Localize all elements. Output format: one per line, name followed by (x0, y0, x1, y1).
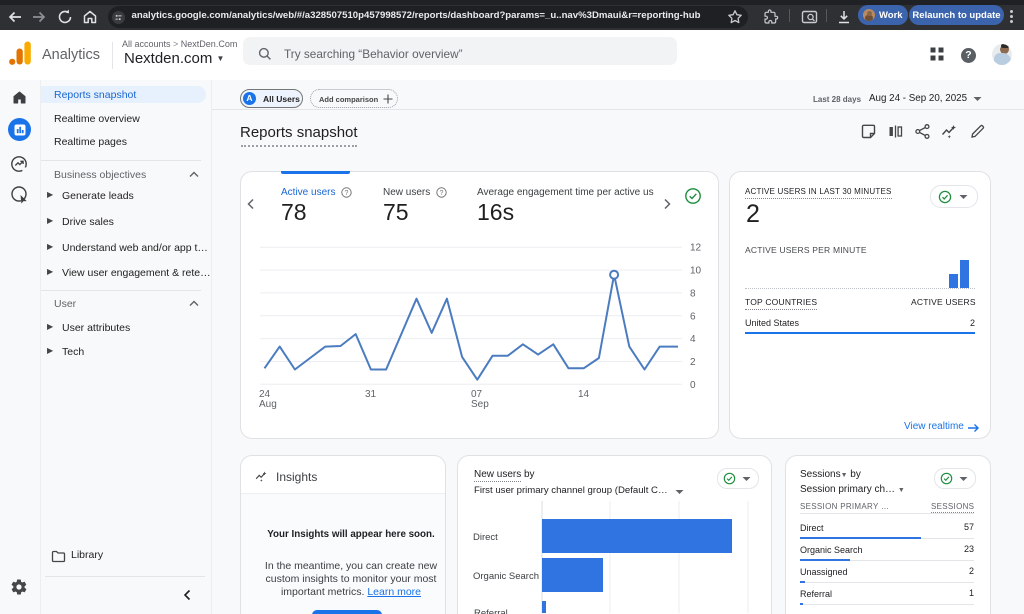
svg-text:31: 31 (365, 389, 377, 400)
svg-text:14: 14 (578, 389, 590, 400)
svg-text:Sep: Sep (471, 399, 489, 410)
svg-text:2: 2 (690, 357, 696, 368)
svg-text:4: 4 (690, 334, 696, 345)
svg-text:8: 8 (690, 288, 696, 299)
svg-text:6: 6 (690, 311, 696, 322)
svg-text:Aug: Aug (259, 399, 277, 410)
svg-text:0: 0 (690, 380, 696, 391)
svg-text:Direct: Direct (473, 532, 498, 543)
svg-text:10: 10 (690, 266, 702, 277)
svg-text:Organic Search: Organic Search (473, 571, 539, 582)
svg-text:12: 12 (690, 243, 702, 254)
